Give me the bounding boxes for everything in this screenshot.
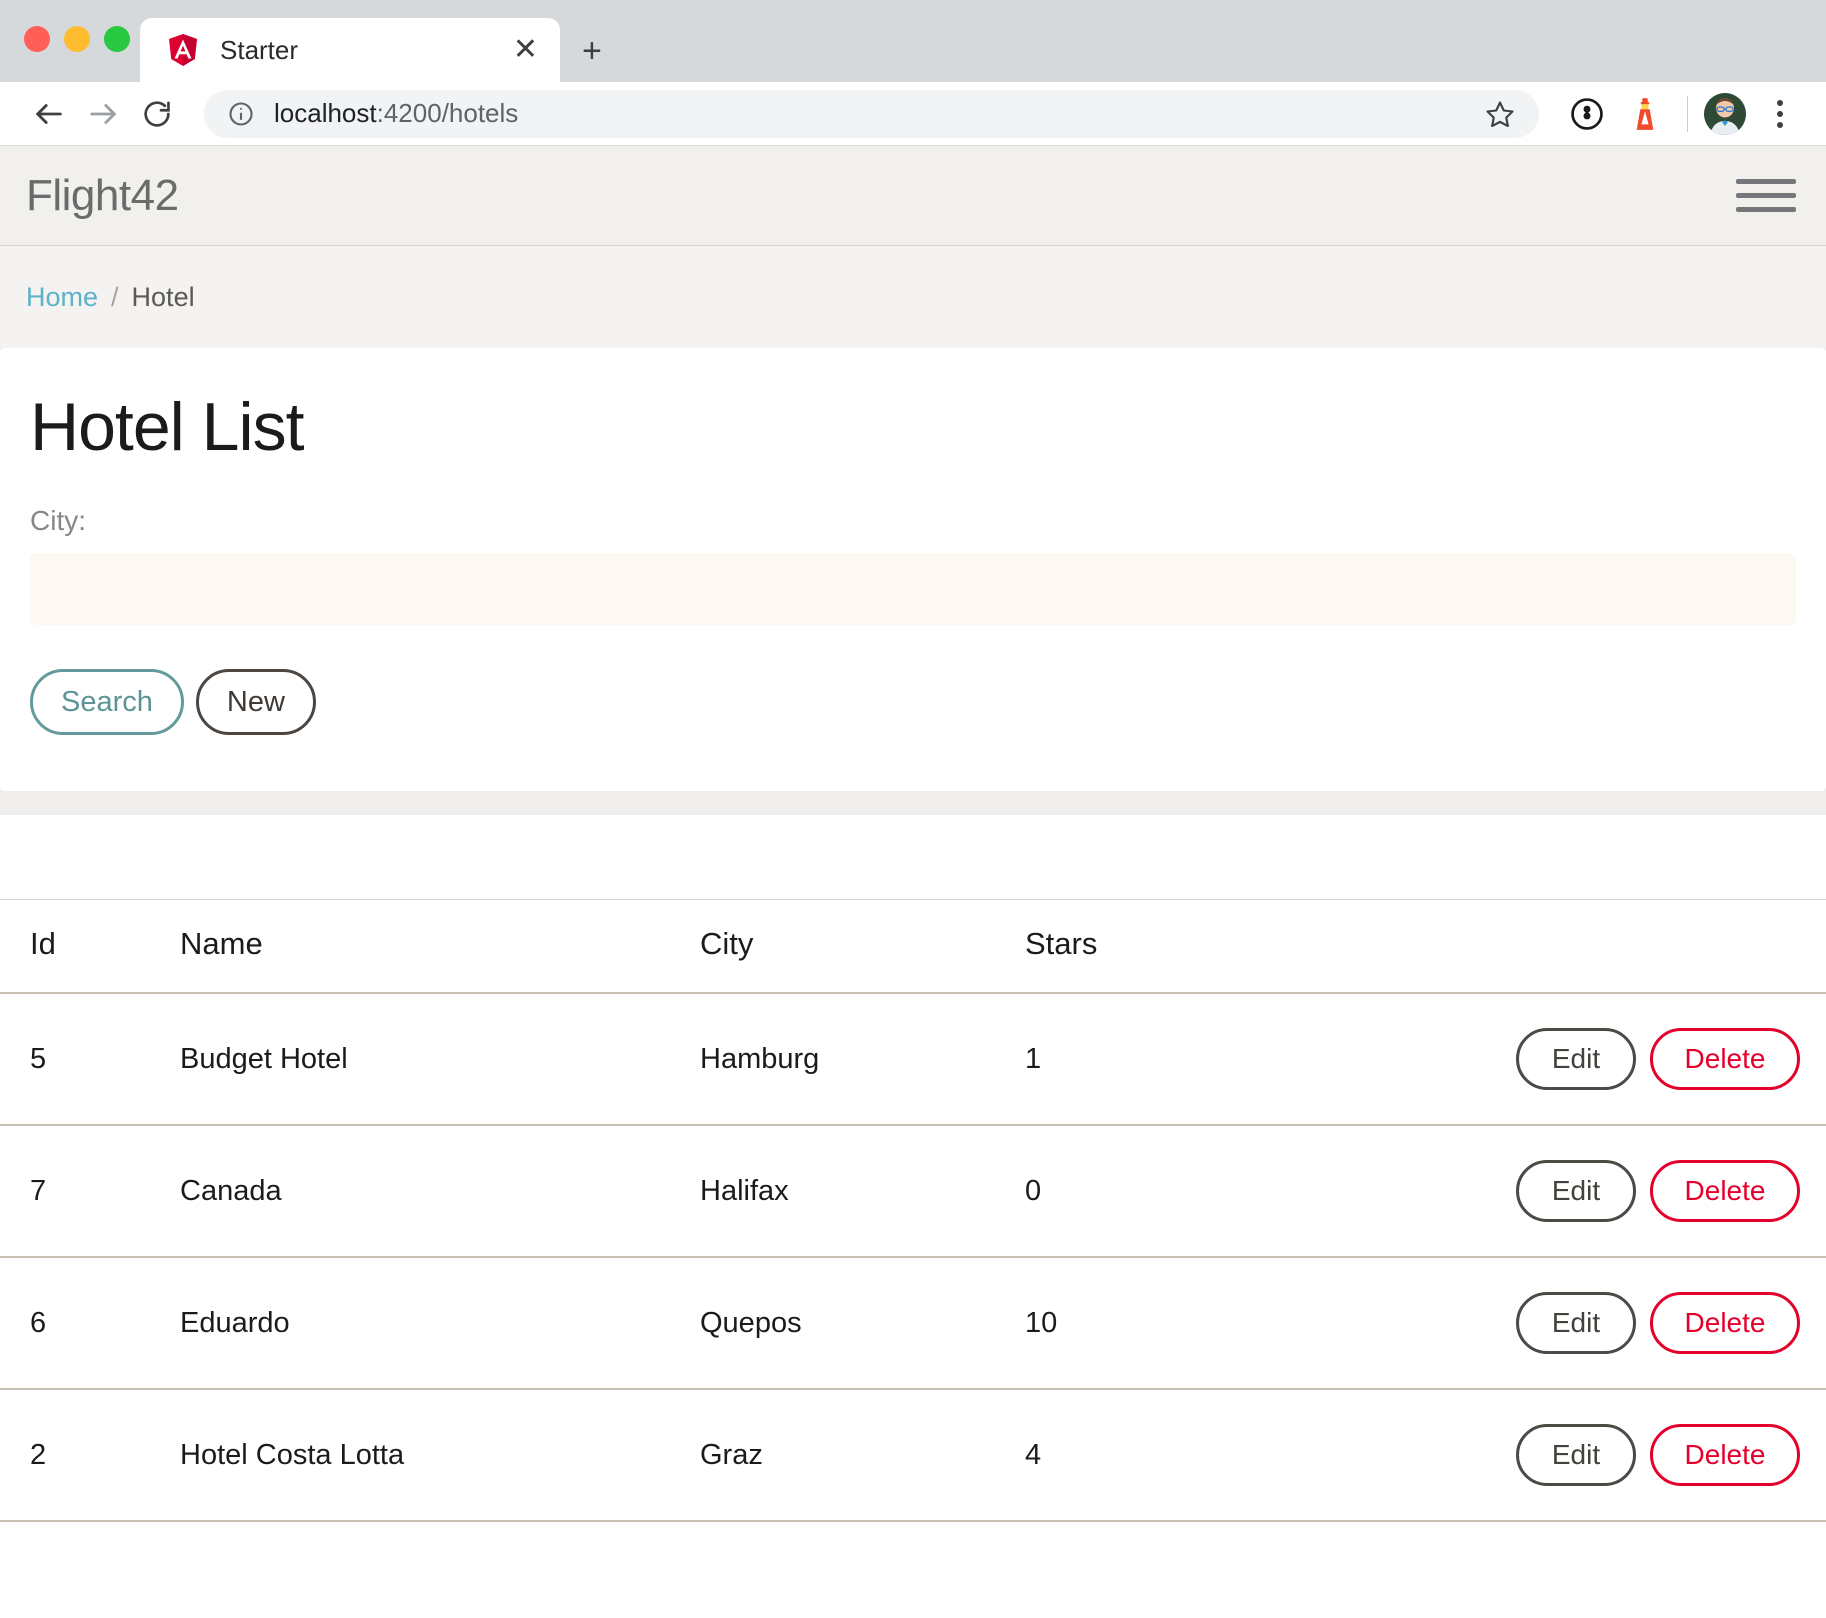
delete-button[interactable]: Delete <box>1650 1160 1800 1222</box>
form-actions: Search New <box>30 669 1796 735</box>
browser-tab[interactable]: Starter ✕ <box>140 18 560 82</box>
site-info-icon[interactable] <box>226 99 256 129</box>
cell-stars: 0 <box>1025 1125 1375 1257</box>
url-path: :4200/hotels <box>377 98 519 128</box>
kebab-menu-icon[interactable] <box>1756 90 1804 138</box>
card-gap <box>0 791 1826 815</box>
row-action-group: Edit Delete <box>1375 1160 1826 1222</box>
profile-avatar[interactable] <box>1704 93 1746 135</box>
star-icon[interactable] <box>1477 91 1523 137</box>
new-button[interactable]: New <box>196 669 316 735</box>
table-row: 2 Hotel Costa Lotta Graz 4 Edit Delete <box>0 1389 1826 1521</box>
edit-button[interactable]: Edit <box>1516 1424 1636 1486</box>
breadcrumb-item-current: Hotel <box>132 282 195 313</box>
table-head: Id Name City Stars <box>0 900 1826 994</box>
cell-actions: Edit Delete <box>1375 993 1826 1125</box>
hamburger-menu-icon[interactable] <box>1736 169 1796 222</box>
edit-button[interactable]: Edit <box>1516 1028 1636 1090</box>
search-button[interactable]: Search <box>30 669 184 735</box>
app-brand[interactable]: Flight42 <box>26 171 179 221</box>
hotel-list-card: Id Name City Stars 5 Budget Hotel Hambur… <box>0 815 1826 1618</box>
row-action-group: Edit Delete <box>1375 1292 1826 1354</box>
delete-button[interactable]: Delete <box>1650 1292 1800 1354</box>
hotel-table: Id Name City Stars 5 Budget Hotel Hambur… <box>0 899 1826 1522</box>
tab-title: Starter <box>220 35 509 66</box>
delete-button[interactable]: Delete <box>1650 1028 1800 1090</box>
maximize-window-button[interactable] <box>104 26 130 52</box>
browser-window: Starter ✕ + <box>0 0 1826 1618</box>
column-header-actions <box>1375 900 1826 994</box>
lighthouse-icon[interactable] <box>1619 88 1671 140</box>
edit-button[interactable]: Edit <box>1516 1292 1636 1354</box>
close-icon[interactable]: ✕ <box>509 35 542 65</box>
cell-city: Hamburg <box>700 993 1025 1125</box>
cell-id: 7 <box>0 1125 180 1257</box>
close-window-button[interactable] <box>24 26 50 52</box>
cell-name: Budget Hotel <box>180 993 700 1125</box>
table-row: 5 Budget Hotel Hamburg 1 Edit Delete <box>0 993 1826 1125</box>
window-controls <box>24 26 130 52</box>
search-card: Hotel List City: Search New <box>0 348 1826 791</box>
new-tab-button[interactable]: + <box>582 34 602 68</box>
cell-id: 6 <box>0 1257 180 1389</box>
cell-stars: 10 <box>1025 1257 1375 1389</box>
edit-button[interactable]: Edit <box>1516 1160 1636 1222</box>
table-header-row: Id Name City Stars <box>0 900 1826 994</box>
table-row: 6 Eduardo Quepos 10 Edit Delete <box>0 1257 1826 1389</box>
cell-city: Graz <box>700 1389 1025 1521</box>
table-row: 7 Canada Halifax 0 Edit Delete <box>0 1125 1826 1257</box>
row-action-group: Edit Delete <box>1375 1424 1826 1486</box>
address-bar[interactable]: localhost:4200/hotels <box>204 90 1539 138</box>
column-header-stars[interactable]: Stars <box>1025 900 1375 994</box>
cell-city: Quepos <box>700 1257 1025 1389</box>
cell-name: Canada <box>180 1125 700 1257</box>
reload-icon[interactable] <box>130 87 184 141</box>
cell-name: Hotel Costa Lotta <box>180 1389 700 1521</box>
forward-arrow-icon[interactable] <box>76 87 130 141</box>
breadcrumb-separator: / <box>111 282 119 313</box>
url-text: localhost:4200/hotels <box>274 98 1477 129</box>
cell-actions: Edit Delete <box>1375 1125 1826 1257</box>
browser-toolbar: localhost:4200/hotels <box>0 82 1826 146</box>
cell-actions: Edit Delete <box>1375 1389 1826 1521</box>
breadcrumb: Home / Hotel <box>0 246 1826 348</box>
row-action-group: Edit Delete <box>1375 1028 1826 1090</box>
cell-city: Halifax <box>700 1125 1025 1257</box>
page-title: Hotel List <box>30 392 1796 463</box>
toolbar-divider <box>1687 96 1688 132</box>
city-input[interactable] <box>30 553 1796 625</box>
column-header-id[interactable]: Id <box>0 900 180 994</box>
browser-titlebar: Starter ✕ + <box>0 0 1826 82</box>
cell-stars: 4 <box>1025 1389 1375 1521</box>
angular-logo-icon <box>168 34 198 66</box>
delete-button[interactable]: Delete <box>1650 1424 1800 1486</box>
column-header-city[interactable]: City <box>700 900 1025 994</box>
column-header-name[interactable]: Name <box>180 900 700 994</box>
table-body: 5 Budget Hotel Hamburg 1 Edit Delete 7 <box>0 993 1826 1521</box>
web-page-viewport: Flight42 Home / Hotel Hotel List City: S… <box>0 146 1826 1618</box>
breadcrumb-item-home[interactable]: Home <box>26 282 98 313</box>
back-arrow-icon[interactable] <box>22 87 76 141</box>
cell-name: Eduardo <box>180 1257 700 1389</box>
url-host: localhost <box>274 98 377 128</box>
cell-id: 5 <box>0 993 180 1125</box>
onepassword-icon[interactable] <box>1561 88 1613 140</box>
city-field-label: City: <box>30 505 1796 537</box>
cell-stars: 1 <box>1025 993 1375 1125</box>
minimize-window-button[interactable] <box>64 26 90 52</box>
app-navbar: Flight42 <box>0 146 1826 246</box>
cell-id: 2 <box>0 1389 180 1521</box>
cell-actions: Edit Delete <box>1375 1257 1826 1389</box>
